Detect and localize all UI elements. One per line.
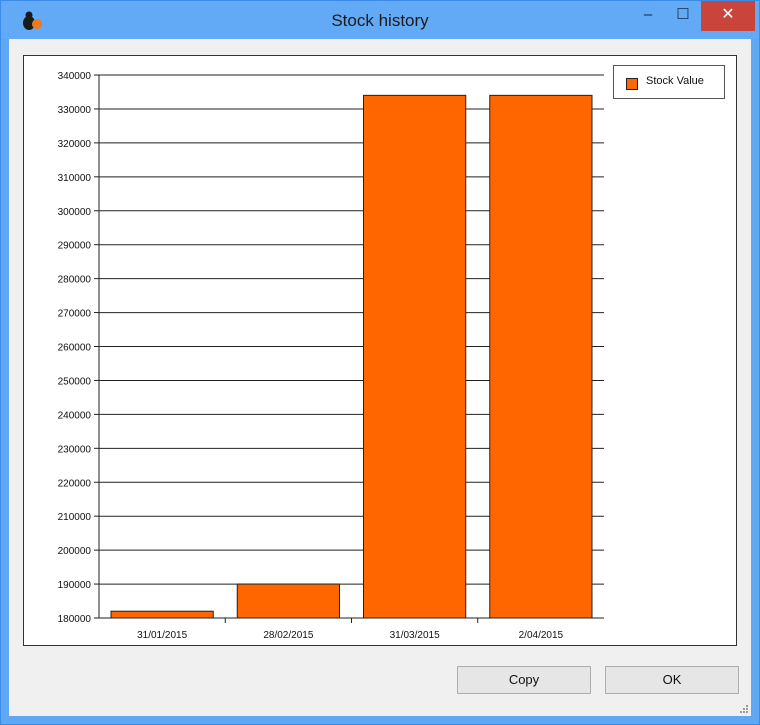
x-tick-label: 28/02/2015 bbox=[263, 630, 313, 641]
y-tick-label: 210000 bbox=[58, 512, 92, 523]
chart-frame: 180000 190000 200000 210000 220000 230000 2400… bbox=[23, 55, 737, 646]
x-tick-label: 31/01/2015 bbox=[137, 630, 187, 641]
y-tick-label: 250000 bbox=[58, 376, 92, 387]
y-tick-label: 300000 bbox=[58, 207, 92, 218]
y-tick-label: 340000 bbox=[58, 71, 92, 82]
y-tick-label: 240000 bbox=[58, 410, 92, 421]
y-tick-label: 270000 bbox=[58, 309, 92, 320]
bar bbox=[110, 610, 214, 619]
legend-label: Stock Value bbox=[646, 75, 704, 87]
minimize-icon: – bbox=[643, 6, 653, 23]
y-tick-label: 320000 bbox=[58, 139, 92, 150]
maximize-button[interactable]: ☐ bbox=[665, 1, 701, 31]
dialog-body: 180000 190000 200000 210000 220000 230000 2400… bbox=[9, 39, 751, 716]
bar bbox=[236, 583, 340, 619]
y-tick-label: 330000 bbox=[58, 105, 92, 116]
copy-button[interactable]: Copy bbox=[457, 666, 591, 694]
close-icon: ✕ bbox=[721, 6, 735, 23]
legend-swatch bbox=[626, 78, 638, 90]
resize-grip-icon[interactable] bbox=[739, 704, 749, 714]
y-tick-label: 280000 bbox=[58, 275, 92, 286]
bar bbox=[363, 94, 467, 619]
y-tick-label: 200000 bbox=[58, 546, 92, 557]
stock-history-window: Stock history – ☐ ✕ 180000 190000 200000 21… bbox=[0, 0, 760, 725]
y-tick-label: 230000 bbox=[58, 444, 92, 455]
y-tick-label: 190000 bbox=[58, 580, 92, 591]
y-tick-label: 260000 bbox=[58, 343, 92, 354]
chart-legend: Stock Value bbox=[613, 65, 725, 99]
x-tick-label: 2/04/2015 bbox=[519, 630, 564, 641]
y-tick-label: 180000 bbox=[58, 614, 92, 625]
ok-button[interactable]: OK bbox=[605, 666, 739, 694]
y-tick-label: 290000 bbox=[58, 241, 92, 252]
y-tick-label: 220000 bbox=[58, 478, 92, 489]
close-button[interactable]: ✕ bbox=[701, 1, 755, 31]
title-bar[interactable]: Stock history – ☐ ✕ bbox=[1, 1, 759, 39]
bar bbox=[489, 94, 593, 619]
maximize-icon: ☐ bbox=[676, 6, 690, 23]
stock-value-chart: 180000 190000 200000 210000 220000 230000 2400… bbox=[58, 71, 604, 641]
y-tick-label: 310000 bbox=[58, 173, 92, 184]
x-tick-label: 31/03/2015 bbox=[390, 630, 440, 641]
minimize-button[interactable]: – bbox=[631, 1, 665, 31]
